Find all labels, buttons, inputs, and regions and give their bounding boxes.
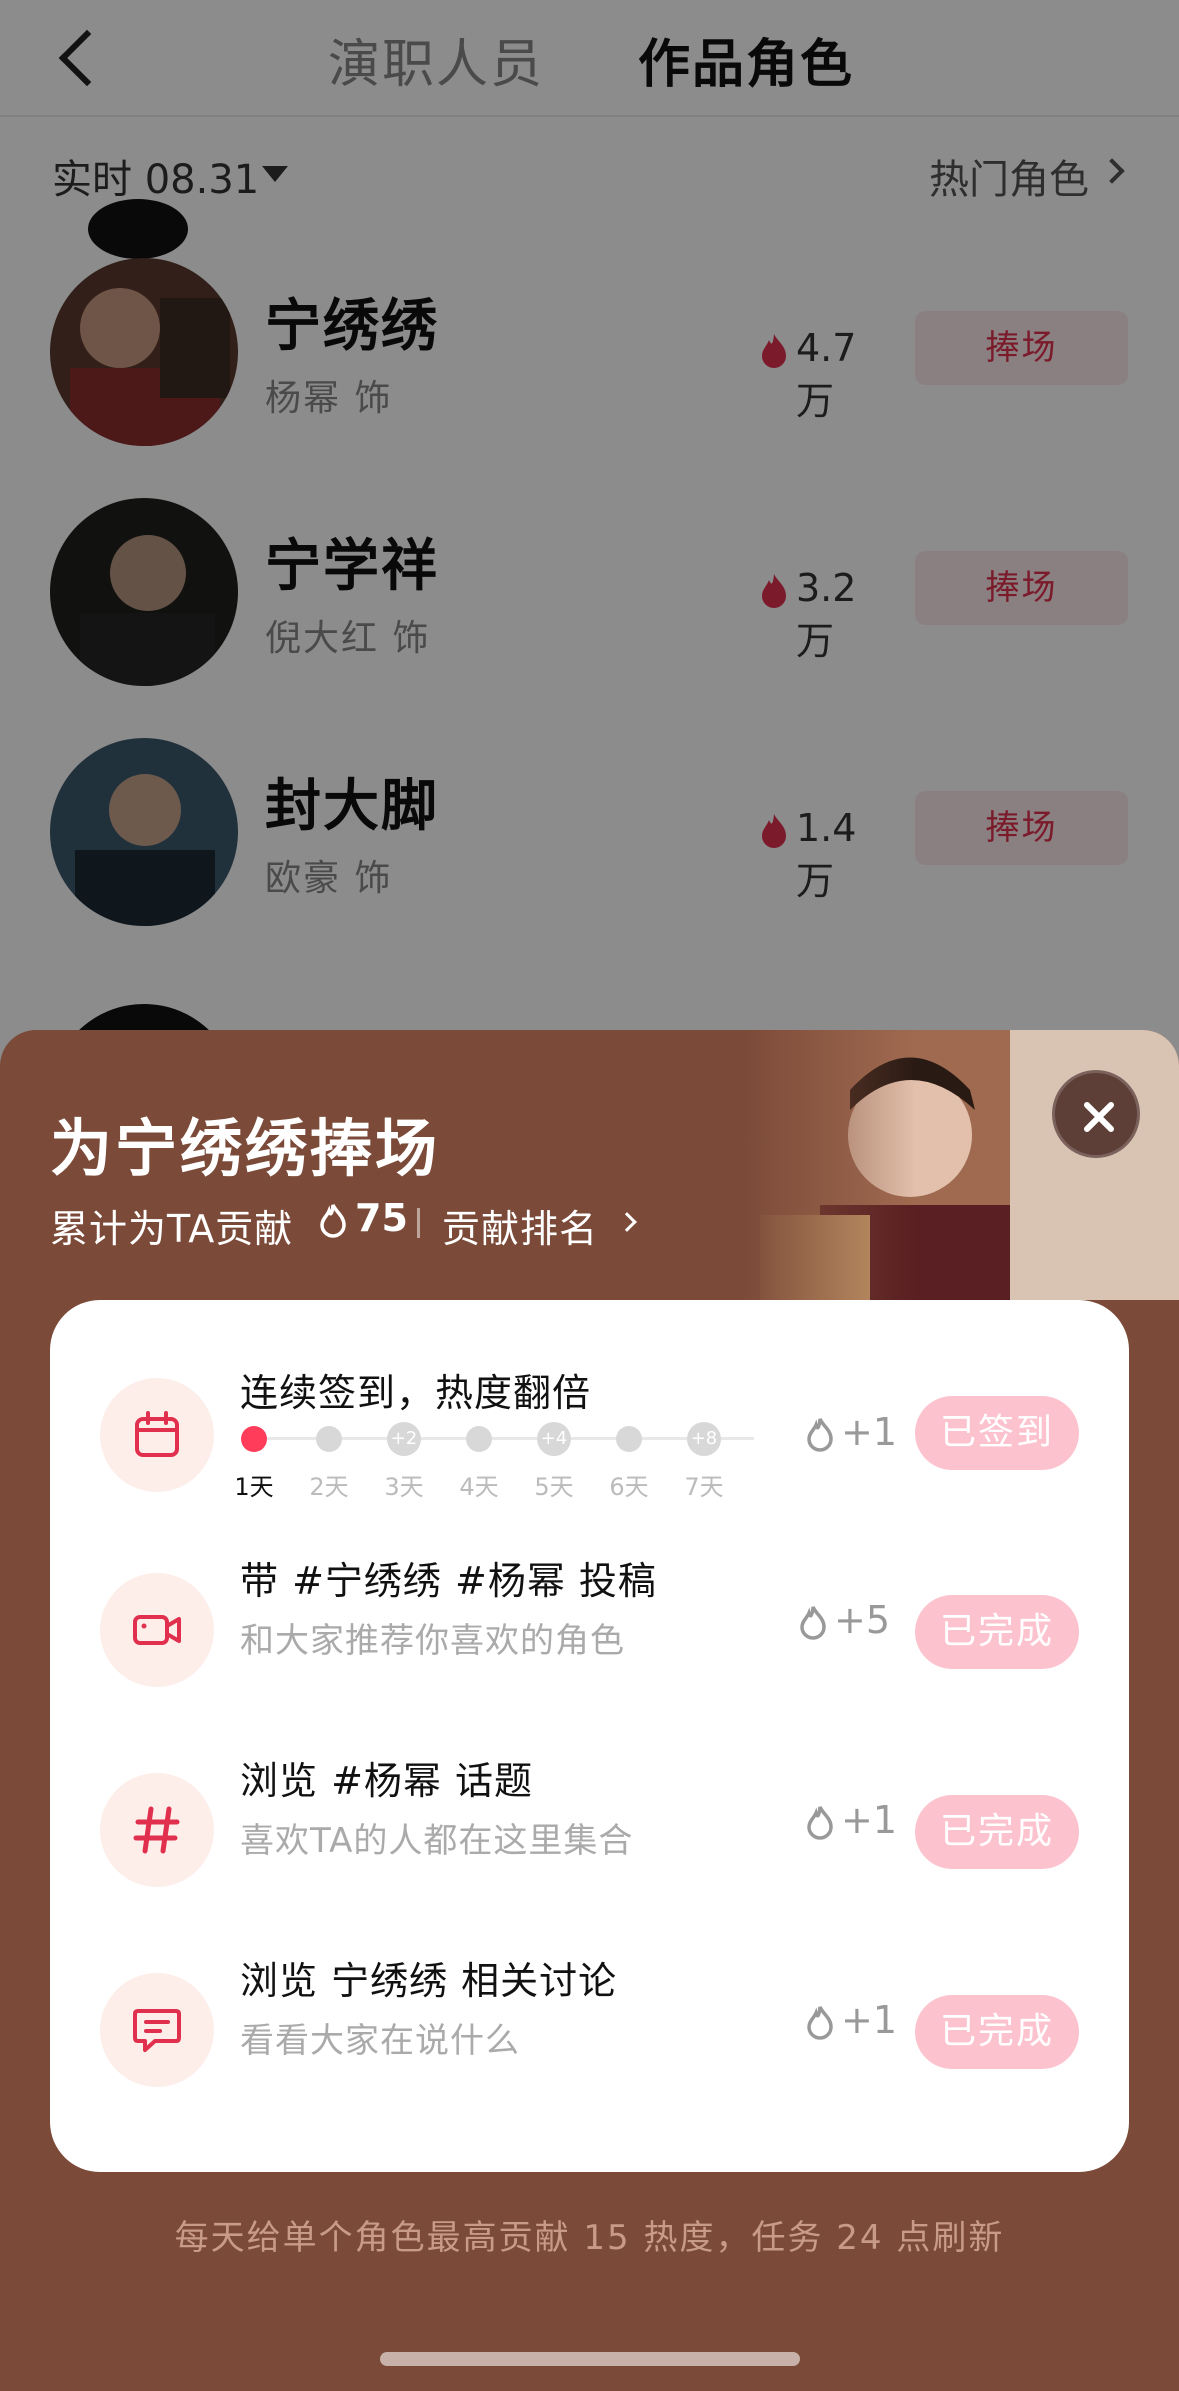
checkin-day-label: 1天: [234, 1473, 274, 1501]
checkin-day-dot: [316, 1426, 342, 1452]
task-points: +1: [805, 1998, 898, 2048]
task-points: +5: [798, 1598, 891, 1648]
task-checkin: 连续签到，热度翻倍 1天 2天 +2 3天 4天 +4 5天 6天 +8 7天 +1 已签到: [50, 1300, 1129, 1501]
completed-button[interactable]: 已完成: [915, 1595, 1079, 1669]
close-icon[interactable]: [1052, 1070, 1140, 1158]
task-topic: 浏览 #杨幂 话题 喜欢TA的人都在这里集合 +1 已完成: [50, 1718, 1129, 1918]
calendar-icon: [135, 1411, 179, 1457]
task-icon-badge: [100, 1773, 214, 1887]
task-icon-badge: [100, 1573, 214, 1687]
task-title: 带 #宁绣绣 #杨幂 投稿: [240, 1559, 657, 1603]
checked-in-button[interactable]: 已签到: [915, 1396, 1079, 1470]
checkin-day-label: 2天: [309, 1473, 349, 1501]
task-title: 浏览 宁绣绣 相关讨论: [240, 1959, 618, 2003]
task-post: 带 #宁绣绣 #杨幂 投稿 和大家推荐你喜欢的角色 +5 已完成: [50, 1518, 1129, 1718]
checkin-day-dot: [466, 1426, 492, 1452]
task-title: 连续签到，热度翻倍: [240, 1371, 592, 1415]
flame-outline-icon: [320, 1204, 346, 1238]
chat-icon: [133, 2009, 181, 2052]
checkin-day-dot: +4: [537, 1422, 571, 1456]
flame-outline-icon: [807, 1418, 833, 1452]
page: 演职人员 作品角色 实时 08.31 热门角色 宁绣绣 杨幂 饰 4.7万 捧场: [0, 0, 1179, 2391]
flame-outline-icon: [800, 1606, 826, 1640]
checkin-day-dot: +2: [387, 1422, 421, 1456]
task-icon-badge: [100, 1378, 214, 1492]
task-subtitle: 和大家推荐你喜欢的角色: [240, 1621, 625, 1661]
points-value: +1: [841, 1798, 898, 1842]
checkin-progress: 1天 2天 +2 3天 4天 +4 5天 6天 +8 7天: [234, 1415, 760, 1501]
flame-outline-icon: [807, 2006, 833, 2040]
completed-button[interactable]: 已完成: [915, 1995, 1079, 2069]
checkin-day-label: 5天: [534, 1473, 574, 1501]
flame-outline-icon: [807, 1806, 833, 1840]
home-indicator: [380, 2352, 800, 2366]
checkin-day-dot: [241, 1426, 267, 1452]
checkin-day-label: 6天: [609, 1473, 649, 1501]
points-value: +5: [834, 1598, 891, 1642]
task-title: 浏览 #杨幂 话题: [240, 1759, 533, 1803]
task-subtitle: 看看大家在说什么: [240, 2021, 520, 2061]
contribution-value: 75: [355, 1196, 408, 1240]
video-icon: [133, 1615, 181, 1645]
checkin-day-dot: +8: [687, 1422, 721, 1456]
completed-button[interactable]: 已完成: [915, 1795, 1079, 1869]
dim-overlay[interactable]: [0, 0, 1179, 1100]
divider: [417, 1208, 420, 1238]
contribution-label: 累计为TA贡献: [50, 1207, 294, 1251]
contribution-rank-link[interactable]: 贡献排名: [442, 1198, 598, 1253]
hashtag-icon: [133, 1806, 180, 1854]
task-subtitle: 喜欢TA的人都在这里集合: [240, 1821, 634, 1861]
checkin-day-label: 4天: [459, 1473, 499, 1501]
points-value: +1: [841, 1410, 898, 1454]
task-points: +1: [805, 1798, 898, 1848]
chevron-right-icon[interactable]: [617, 1212, 637, 1232]
points-value: +1: [841, 1998, 898, 2042]
checkin-day-dot: [616, 1426, 642, 1452]
footer-note: 每天给单个角色最高贡献 15 热度，任务 24 点刷新: [174, 2218, 1005, 2258]
support-sheet: 为宁绣绣捧场 累计为TA贡献 75 贡献排名 连续签到，热度翻倍 1天 2天 +2 3…: [0, 1030, 1179, 2391]
role-artwork: [740, 1030, 1179, 1300]
task-card: 连续签到，热度翻倍 1天 2天 +2 3天 4天 +4 5天 6天 +8 7天 +1 已签到 带 …: [50, 1300, 1129, 2172]
task-icon-badge: [100, 1973, 214, 2087]
checkin-day-label: 7天: [684, 1473, 724, 1501]
checkin-day-label: 3天: [384, 1473, 424, 1501]
sheet-title: 为宁绣绣捧场: [50, 1112, 441, 1185]
task-discussion: 浏览 宁绣绣 相关讨论 看看大家在说什么 +1 已完成: [50, 1918, 1129, 2118]
task-points: +1: [805, 1410, 898, 1460]
